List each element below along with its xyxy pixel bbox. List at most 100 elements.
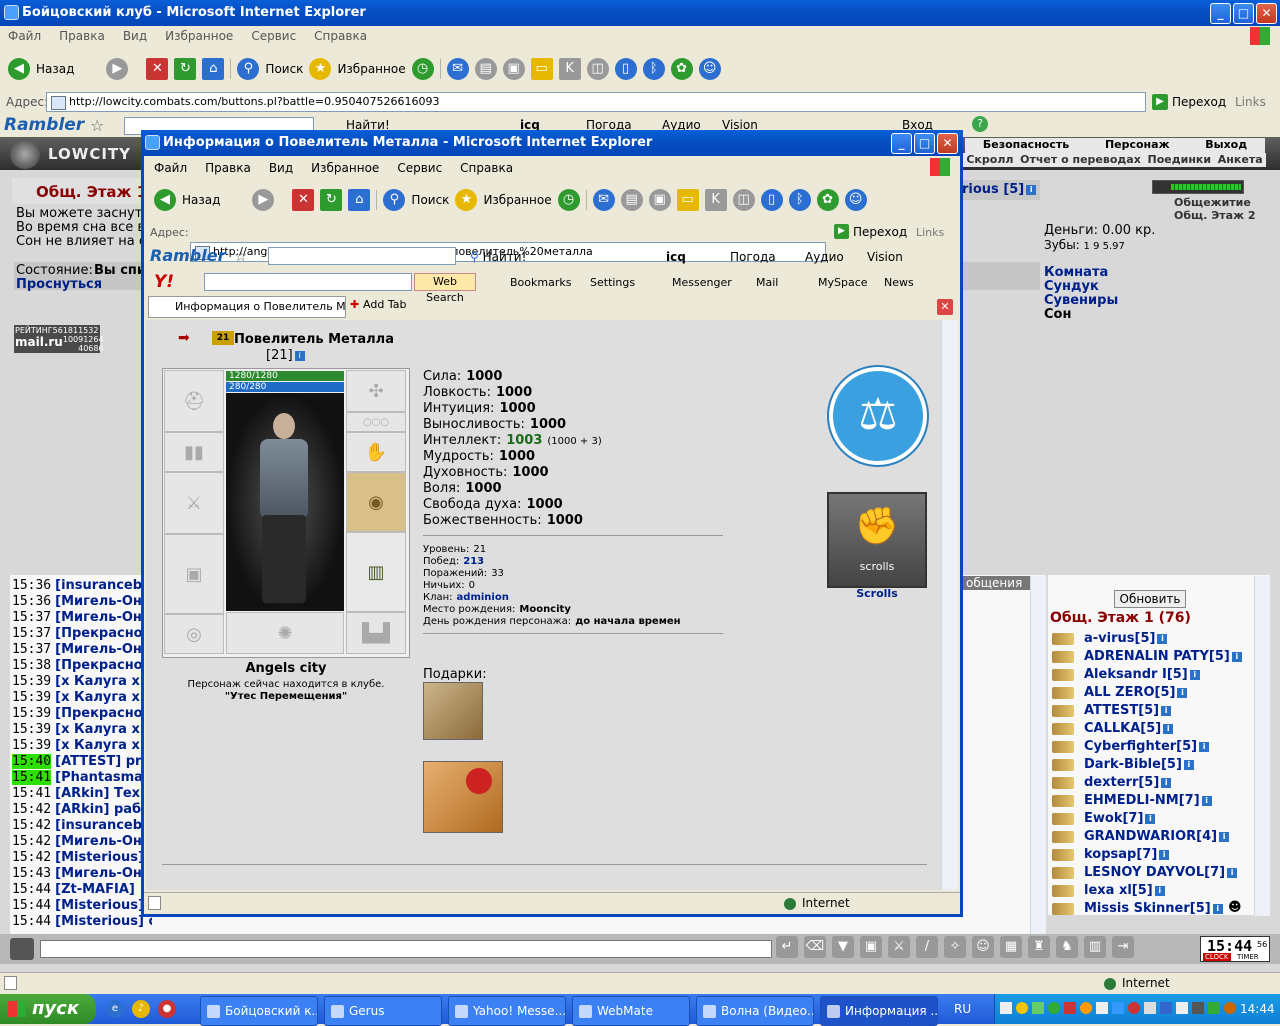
exit-icon[interactable]: ⇥ — [1112, 936, 1134, 958]
pants-slot[interactable]: ▥ — [346, 532, 406, 612]
chat-nick[interactable]: [x Калуга x — [55, 690, 140, 705]
bluetooth-icon[interactable]: ᛒ — [788, 189, 811, 211]
popup-minimize-button[interactable]: _ — [891, 133, 912, 154]
yahoo-search-input[interactable] — [204, 273, 412, 291]
equip-icon[interactable]: ♞ — [1056, 936, 1078, 958]
info-icon[interactable]: i — [1163, 723, 1174, 734]
popup-close-button[interactable]: ✕ — [937, 133, 958, 154]
sms-icon[interactable]: ▯ — [760, 189, 783, 211]
chat-time[interactable]: 15:43 — [12, 866, 51, 881]
k-icon[interactable]: K — [558, 58, 581, 80]
info-icon[interactable]: i — [1201, 795, 1212, 806]
chat-time[interactable]: 15:41 — [12, 770, 52, 785]
tray-icon[interactable] — [1080, 1002, 1092, 1014]
amulet-slot[interactable]: ✺ — [226, 612, 344, 654]
chat-time[interactable]: 15:44 — [12, 914, 51, 929]
favorites-star-icon[interactable]: ★ — [309, 58, 332, 80]
tray-icon[interactable] — [1176, 1002, 1188, 1014]
home-icon[interactable]: ⌂ — [202, 58, 225, 80]
popup-search-label[interactable]: Поиск — [411, 193, 449, 207]
save-icon[interactable]: ▣ — [860, 936, 882, 958]
popup-rambler-find[interactable]: ⚲ Найти! — [470, 250, 526, 264]
menu-view[interactable]: Вид — [123, 29, 147, 45]
roster-player[interactable]: Cyberfighter[5] i — [1048, 738, 1253, 756]
chat-input[interactable] — [40, 940, 772, 958]
room-link-chest[interactable]: Сундук — [1044, 279, 1099, 294]
info-icon[interactable]: i — [1145, 813, 1156, 824]
rings-row-slot[interactable]: ○○○ — [346, 412, 406, 432]
armor-slot[interactable]: ▣ — [164, 534, 224, 614]
popup-menu-help[interactable]: Справка — [460, 161, 513, 175]
popup-links[interactable]: Links — [916, 226, 944, 239]
dorm-link[interactable]: Общежитие — [1174, 196, 1251, 209]
refresh-icon[interactable]: ↻ — [320, 189, 343, 211]
popup-menu-tools[interactable]: Сервис — [397, 161, 442, 175]
gift-card-icon[interactable] — [423, 761, 503, 833]
roster-player[interactable]: dexterr[5] i — [1048, 774, 1253, 792]
info-icon[interactable]: i — [1161, 705, 1172, 716]
stop-icon[interactable]: ✕ — [146, 58, 169, 80]
roster-player[interactable]: ATTEST[5] i — [1048, 702, 1253, 720]
tool-icon[interactable]: ◫ — [732, 189, 755, 211]
main-rambler-star-icon[interactable]: ☆ — [90, 116, 104, 135]
menu-edit[interactable]: Правка — [59, 29, 105, 45]
chat-time[interactable]: 15:37 — [12, 626, 51, 641]
yahoo-myspace[interactable]: MySpace — [818, 276, 868, 289]
chat-nick[interactable]: [insuranceb — [55, 818, 142, 833]
room-link-souvenirs[interactable]: Сувениры — [1044, 293, 1118, 308]
roster-player[interactable]: EHMEDLI-NM[7] i — [1048, 792, 1253, 810]
yahoo-settings[interactable]: Settings — [590, 276, 635, 289]
chat-nick[interactable]: [Прекрасно — [55, 658, 142, 673]
history-icon[interactable]: ◷ — [411, 58, 434, 80]
mail-icon[interactable]: ✉ — [446, 58, 469, 80]
room-link-room[interactable]: Комната — [1044, 265, 1108, 280]
yahoo-logo[interactable]: Y! — [154, 272, 174, 292]
chat-time[interactable]: 15:42 — [12, 802, 51, 817]
alignment-badge-icon[interactable]: ⚖ — [829, 367, 927, 465]
minimize-button[interactable]: _ — [1210, 3, 1231, 24]
back-icon[interactable]: ◀ — [8, 58, 30, 80]
tray-icon[interactable] — [1096, 1002, 1108, 1014]
refresh-button[interactable]: Обновить — [1114, 590, 1186, 608]
info-icon[interactable]: i — [1157, 633, 1168, 644]
player-name[interactable]: rious [5] i — [962, 182, 1037, 197]
tab-close-icon[interactable]: ✕ — [937, 299, 953, 315]
chat-time[interactable]: 15:39 — [12, 738, 51, 753]
search-icon[interactable]: ⚲ — [383, 189, 406, 211]
chat-time[interactable]: 15:37 — [12, 642, 51, 657]
print-icon[interactable]: ▤ — [620, 189, 643, 211]
tool-icon[interactable]: ◫ — [586, 58, 609, 80]
chat-nick[interactable]: [x Калуга x — [55, 674, 140, 689]
main-rambler-logo[interactable]: Rambler — [4, 115, 84, 135]
popup-menu-view[interactable]: Вид — [269, 161, 293, 175]
chat-nick[interactable]: [insuranceb — [55, 578, 142, 593]
popup-scrollbar[interactable] — [941, 320, 958, 890]
sword-icon[interactable]: / — [916, 936, 938, 958]
roster-player[interactable]: GRANDWARIOR[4] i — [1048, 828, 1253, 846]
popup-maximize-button[interactable]: □ — [914, 133, 935, 154]
notes-icon[interactable]: ▭ — [530, 58, 553, 80]
tray-icon[interactable] — [1192, 1002, 1204, 1014]
tray-icon[interactable] — [1128, 1002, 1140, 1014]
chat-nick[interactable]: [Мигель-Он — [55, 834, 142, 849]
chat-nick[interactable]: [ARkin] Тех — [55, 786, 140, 801]
gloves-slot[interactable]: ✋ — [346, 432, 406, 472]
tray-icon[interactable] — [1016, 1002, 1028, 1014]
chat-nick[interactable]: [Misterious] он онлине)) — [55, 914, 152, 929]
tray-icon[interactable] — [1048, 1002, 1060, 1014]
icq-flower-icon[interactable]: ✿ — [816, 189, 839, 211]
chat-time[interactable]: 15:42 — [12, 818, 51, 833]
chat-nick[interactable]: [Phantasma — [55, 770, 143, 785]
tray-icon[interactable] — [1064, 1002, 1076, 1014]
scrolls-banner-icon[interactable]: ✊ scrolls — [827, 492, 927, 588]
info-icon[interactable]: i — [1219, 831, 1230, 842]
add-tab-button[interactable]: ✚ Add Tab — [350, 298, 406, 311]
forward-icon[interactable]: ▶ — [106, 58, 129, 80]
popup-menu-edit[interactable]: Правка — [205, 161, 251, 175]
k-icon[interactable]: K — [704, 189, 727, 211]
link-exit[interactable]: Выход — [1205, 138, 1247, 153]
chat-time[interactable]: 15:37 — [12, 610, 51, 625]
rating-counter[interactable]: РЕЙТИНГ561811532 mail.ru 10091264 40686 — [14, 325, 104, 353]
language-indicator[interactable]: RU — [954, 1002, 971, 1016]
clear-icon[interactable]: ⌫ — [804, 936, 826, 958]
